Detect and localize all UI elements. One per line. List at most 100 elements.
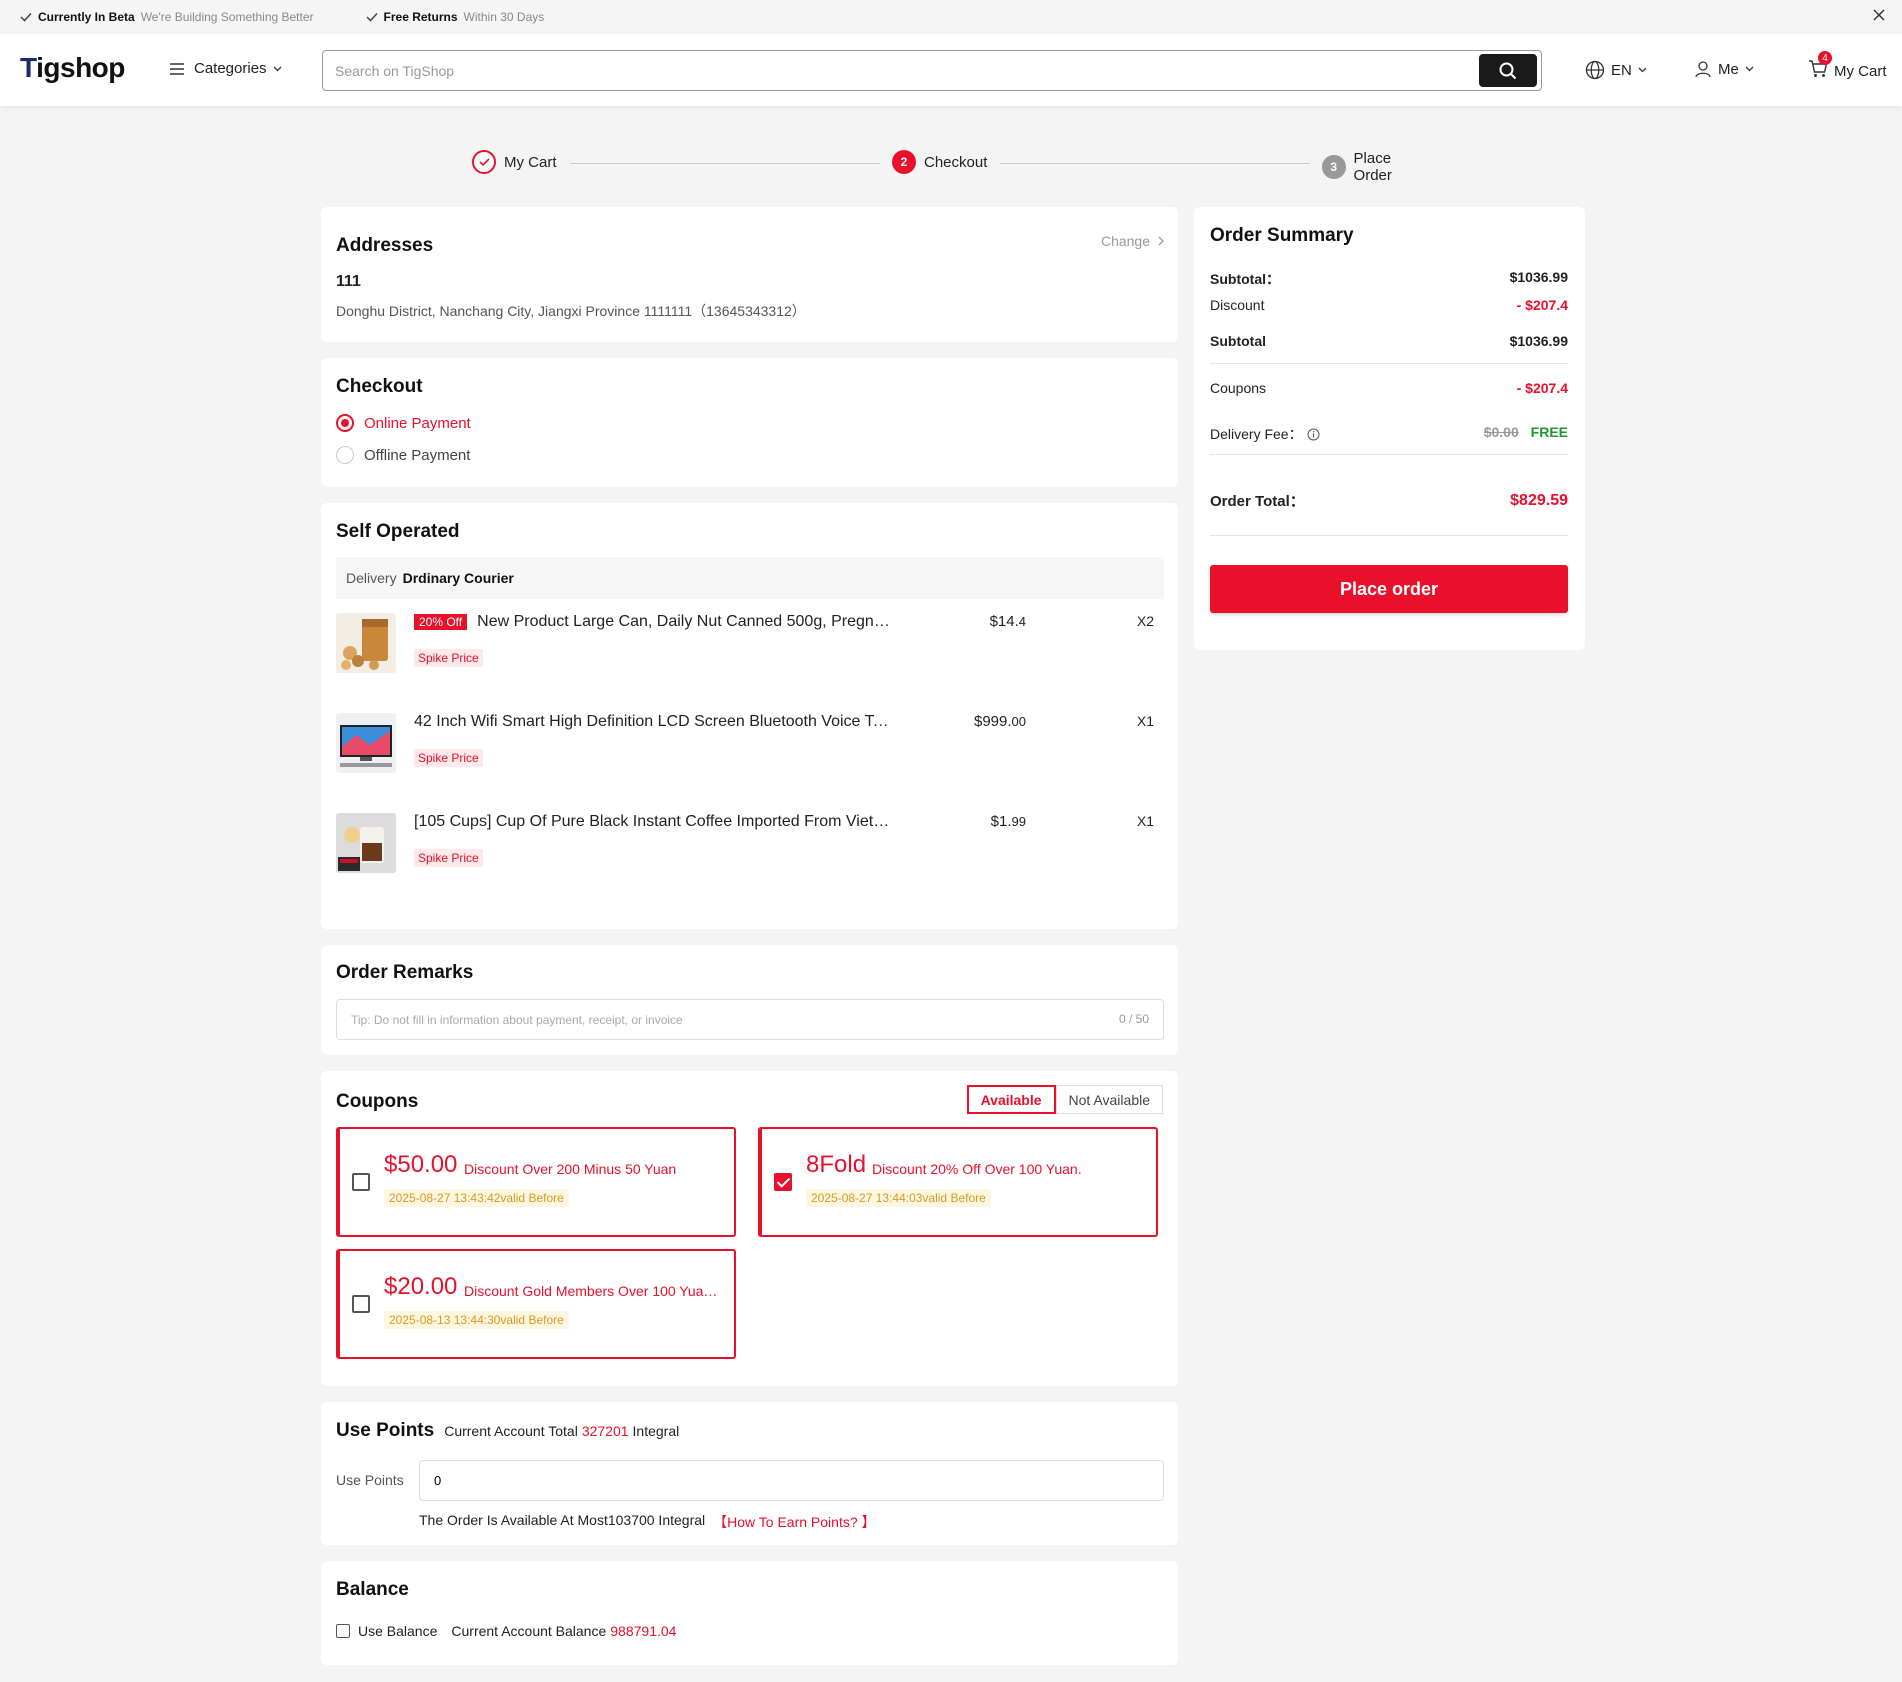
coupon-tabs: Available Not Available bbox=[966, 1085, 1163, 1114]
spike-price-tag: Spike Price bbox=[414, 649, 483, 667]
language-selector[interactable]: EN bbox=[1585, 60, 1647, 80]
step-connector bbox=[1000, 163, 1310, 164]
search-box bbox=[322, 50, 1542, 91]
checkout-steps: My Cart 2 Checkout 3 Place Order bbox=[472, 150, 1432, 184]
remarks-field: 0 / 50 bbox=[336, 999, 1164, 1040]
delivery-old-price: $0.00 bbox=[1483, 424, 1519, 440]
promo-beta-sub: We're Building Something Better bbox=[140, 10, 314, 24]
search-icon bbox=[1499, 62, 1517, 79]
coupon-card[interactable]: 8Fold Discount 20% Off Over 100 Yuan. 20… bbox=[758, 1127, 1158, 1237]
coupon-card[interactable]: $50.00 Discount Over 200 Minus 50 Yuan 2… bbox=[336, 1127, 736, 1237]
product-title[interactable]: 42 Inch Wifi Smart High Definition LCD S… bbox=[414, 713, 894, 731]
cart-link[interactable]: 4 My Cart bbox=[1808, 51, 1893, 82]
language-label: EN bbox=[1611, 61, 1632, 79]
coupon-label: Discount Over 200 Minus 50 Yuan bbox=[464, 1161, 677, 1177]
product-image[interactable] bbox=[336, 613, 396, 673]
radio-offline[interactable] bbox=[336, 446, 354, 464]
product-title[interactable]: 20% Off New Product Large Can, Daily Nut … bbox=[414, 613, 894, 631]
coupon-checkbox[interactable] bbox=[774, 1173, 792, 1191]
payment-card: Checkout Online Payment Offline Payment bbox=[321, 358, 1178, 487]
summary-title: Order Summary bbox=[1210, 225, 1354, 246]
tab-available[interactable]: Available bbox=[966, 1085, 1056, 1114]
coupon-checkbox[interactable] bbox=[352, 1173, 370, 1191]
points-hint: The Order Is Available At Most103700 Int… bbox=[419, 1512, 706, 1528]
cart-count-badge: 4 bbox=[1818, 51, 1832, 65]
summary-subtotal-row: Subtotal： $1036.99 bbox=[1210, 269, 1568, 289]
payment-option-label: Offline Payment bbox=[364, 446, 471, 464]
use-balance-label[interactable]: Use Balance bbox=[358, 1623, 437, 1639]
points-input[interactable] bbox=[420, 1461, 1120, 1500]
coupons-card: Coupons Available Not Available $50.00 D… bbox=[321, 1071, 1178, 1386]
coupon-validity: 2025-08-27 13:43:42valid Before bbox=[384, 1189, 569, 1207]
product-image[interactable] bbox=[336, 713, 396, 773]
delivery-method: Delivery Drdinary Courier bbox=[336, 557, 1164, 599]
tab-not-available[interactable]: Not Available bbox=[1055, 1085, 1163, 1114]
price-int: $14. bbox=[989, 613, 1019, 630]
product-image[interactable] bbox=[336, 813, 396, 873]
balance-title: Balance bbox=[336, 1579, 409, 1600]
promo-returns: Free Returns Within 30 Days bbox=[365, 10, 545, 24]
remarks-counter: 0 / 50 bbox=[1118, 1012, 1149, 1026]
payment-option-online[interactable]: Online Payment bbox=[336, 414, 471, 432]
check-icon bbox=[365, 12, 378, 22]
summary-total-row: Order Total： $829.59 bbox=[1210, 490, 1568, 511]
address-title: Addresses bbox=[336, 235, 434, 256]
coupon-checkbox[interactable] bbox=[352, 1295, 370, 1313]
step-label: Checkout bbox=[924, 153, 988, 171]
product-title[interactable]: [105 Cups] Cup Of Pure Black Instant Cof… bbox=[414, 813, 894, 831]
categories-menu[interactable]: Categories bbox=[170, 60, 282, 77]
points-header: Use Points Current Account Total 327201 … bbox=[336, 1420, 679, 1442]
spike-price-tag: Spike Price bbox=[414, 749, 483, 767]
points-field bbox=[419, 1460, 1164, 1501]
site-header: Tigshop Categories EN Me 4 My Cart bbox=[0, 34, 1902, 106]
check-icon bbox=[20, 12, 32, 22]
summary-coupons-value: - $207.4 bbox=[1516, 380, 1568, 396]
check-icon bbox=[478, 157, 490, 166]
price-int: $999. bbox=[973, 713, 1012, 730]
promo-bar: Currently In Beta We're Building Somethi… bbox=[0, 0, 1902, 34]
tv-image bbox=[336, 713, 396, 773]
search-input[interactable] bbox=[323, 51, 1423, 90]
balance-current-prefix: Current Account Balance bbox=[451, 1623, 607, 1639]
step-checkout: 2 Checkout bbox=[892, 150, 987, 174]
logo[interactable]: Tigshop bbox=[20, 52, 125, 84]
product-qty: X1 bbox=[1136, 813, 1154, 829]
product-price: $999.00 bbox=[974, 713, 1026, 730]
step-place-order: 3 Place Order bbox=[1322, 150, 1432, 184]
chevron-down-icon bbox=[1638, 67, 1647, 73]
delivery-label: Delivery bbox=[346, 570, 397, 586]
summary-divider bbox=[1210, 535, 1568, 536]
points-current-suffix: Integral bbox=[632, 1423, 680, 1439]
promo-returns-sub: Within 30 Days bbox=[463, 10, 545, 24]
summary-discount-label: Discount bbox=[1210, 297, 1265, 313]
place-order-button[interactable]: Place order bbox=[1210, 565, 1568, 613]
order-summary-card: Order Summary Subtotal： $1036.99 Discoun… bbox=[1194, 207, 1585, 650]
payment-option-offline[interactable]: Offline Payment bbox=[336, 446, 470, 464]
use-balance-checkbox[interactable] bbox=[336, 1624, 350, 1638]
product-price: $14.4 bbox=[990, 613, 1026, 630]
info-icon[interactable] bbox=[1307, 428, 1320, 441]
order-remarks-card: Order Remarks 0 / 50 bbox=[321, 945, 1178, 1055]
change-address-link[interactable]: Change bbox=[1101, 233, 1164, 249]
account-menu[interactable]: Me bbox=[1694, 60, 1754, 78]
coupon-card[interactable]: $20.00 Discount Gold Members Over 100 Yu… bbox=[336, 1249, 736, 1359]
cart-icon-wrap: 4 bbox=[1808, 51, 1832, 82]
close-icon[interactable] bbox=[1872, 8, 1886, 22]
summary-subtotal-label: Subtotal： bbox=[1210, 271, 1280, 287]
search-button[interactable] bbox=[1479, 54, 1537, 87]
summary-coupons-row: Coupons - $207.4 bbox=[1210, 380, 1568, 396]
radio-online[interactable] bbox=[336, 414, 354, 432]
remarks-input[interactable] bbox=[337, 1000, 1087, 1039]
coupon-amount: $20.00 bbox=[384, 1273, 458, 1300]
earn-points-link[interactable]: 【How To Earn Points? 】 bbox=[713, 1512, 875, 1532]
product-price: $1.99 bbox=[991, 813, 1026, 830]
payment-option-label: Online Payment bbox=[364, 414, 471, 432]
step-number: 3 bbox=[1322, 155, 1346, 179]
product-row: 42 Inch Wifi Smart High Definition LCD S… bbox=[336, 713, 1166, 783]
product-qty: X2 bbox=[1136, 613, 1154, 629]
delivery-free: FREE bbox=[1530, 424, 1568, 440]
chevron-down-icon bbox=[273, 66, 282, 71]
balance-row: Use Balance Current Account Balance 9887… bbox=[336, 1623, 676, 1639]
promo-beta: Currently In Beta We're Building Somethi… bbox=[20, 10, 314, 24]
payment-title: Checkout bbox=[336, 376, 423, 397]
